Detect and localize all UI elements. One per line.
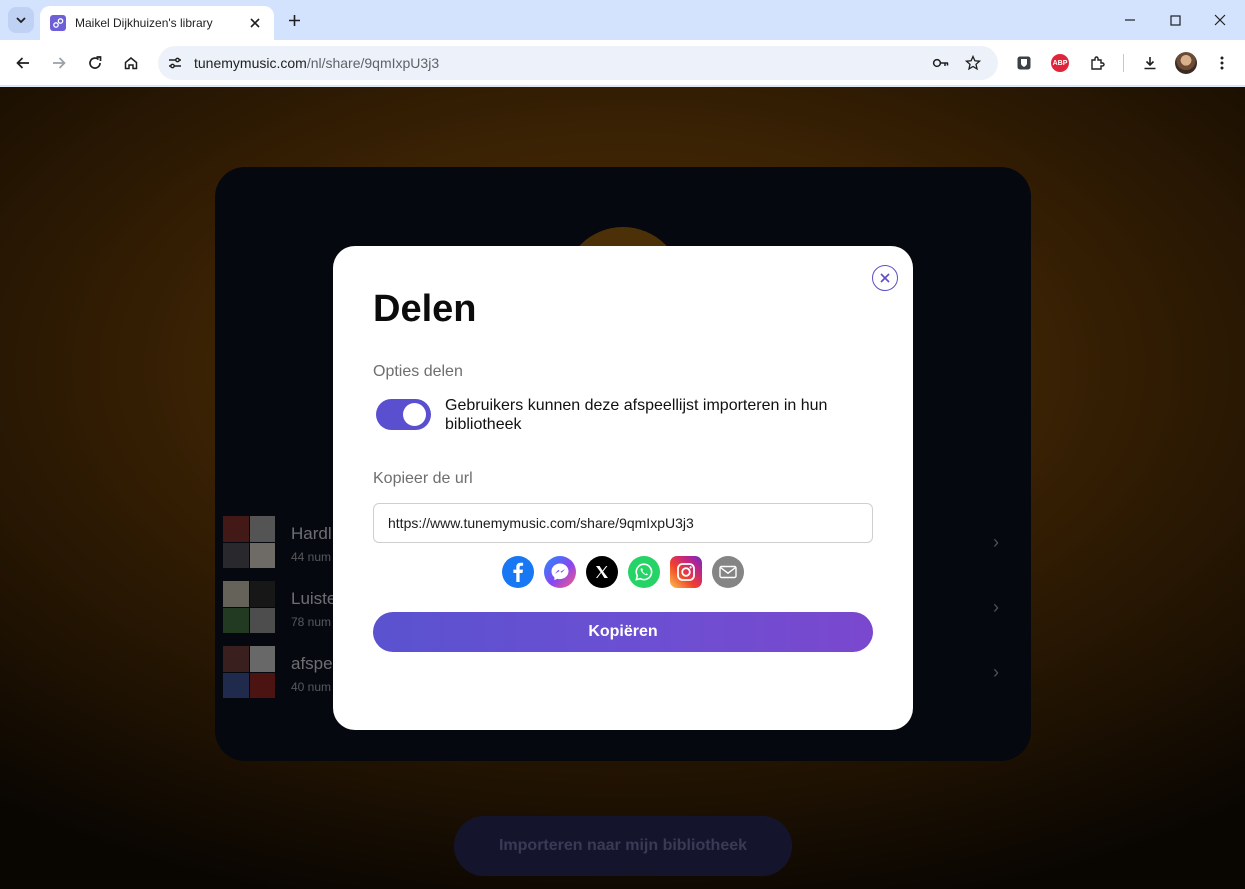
tab-search-button[interactable] [8,7,34,33]
browser-toolbar: tunemymusic.com/nl/share/9qmIxpU3j3 ABP [0,40,1245,86]
browser-menu-icon[interactable] [1210,51,1234,75]
url-host: tunemymusic.com [194,55,307,71]
page-content: Hardl 44 num › Luiste 78 num › afspe 40 … [0,87,1245,889]
toolbar-separator [1123,54,1124,72]
downloads-icon[interactable] [1138,51,1162,75]
browser-tab-strip: Maikel Dijkhuizen's library [0,0,1245,40]
modal-title: Delen [373,288,477,330]
profile-avatar-image [1175,52,1197,74]
extensions-puzzle-icon[interactable] [1085,51,1109,75]
window-close-icon[interactable] [1197,0,1243,40]
copy-button[interactable]: Kopiëren [373,612,873,652]
site-settings-icon[interactable] [164,52,186,74]
messenger-icon[interactable] [544,556,576,588]
bookmark-star-icon[interactable] [962,52,984,74]
modal-close-button[interactable] [872,265,898,291]
toggle-knob [403,403,426,426]
close-icon [880,273,890,283]
profile-avatar[interactable] [1174,51,1198,75]
facebook-icon[interactable] [502,556,534,588]
url-path: /nl/share/9qmIxpU3j3 [306,55,440,71]
abp-badge: ABP [1051,54,1069,72]
adblock-plus-extension-icon[interactable]: ABP [1048,51,1072,75]
import-permission-toggle[interactable] [376,399,431,430]
x-twitter-icon[interactable] [586,556,618,588]
new-tab-plus-icon[interactable] [283,9,305,31]
home-icon[interactable] [119,51,143,75]
reload-icon[interactable] [83,51,107,75]
maximize-icon[interactable] [1152,0,1198,40]
share-options-label: Opties delen [373,363,463,380]
import-permission-text: Gebruikers kunnen deze afspeellijst impo… [445,397,828,433]
password-key-icon[interactable] [930,52,952,74]
instagram-icon[interactable] [670,556,702,588]
copy-url-label: Kopieer de url [373,470,473,487]
bitwarden-extension-icon[interactable] [1012,51,1036,75]
tab-close-icon[interactable] [246,14,264,32]
tunemymusic-favicon-icon [50,15,66,31]
back-arrow-icon[interactable] [11,51,35,75]
email-icon[interactable] [712,556,744,588]
share-modal: Delen Opties delen Gebruikers kunnen dez… [333,246,913,730]
share-targets [502,556,746,588]
forward-arrow-icon[interactable] [47,51,71,75]
whatsapp-icon[interactable] [628,556,660,588]
chevron-down-icon [16,17,26,24]
share-url-field[interactable] [373,503,873,543]
address-bar[interactable]: tunemymusic.com/nl/share/9qmIxpU3j3 [158,46,998,80]
minimize-icon[interactable] [1107,0,1153,40]
url-text: tunemymusic.com/nl/share/9qmIxpU3j3 [194,55,439,71]
browser-tab-active[interactable]: Maikel Dijkhuizen's library [40,6,274,40]
tab-title: Maikel Dijkhuizen's library [75,16,213,30]
